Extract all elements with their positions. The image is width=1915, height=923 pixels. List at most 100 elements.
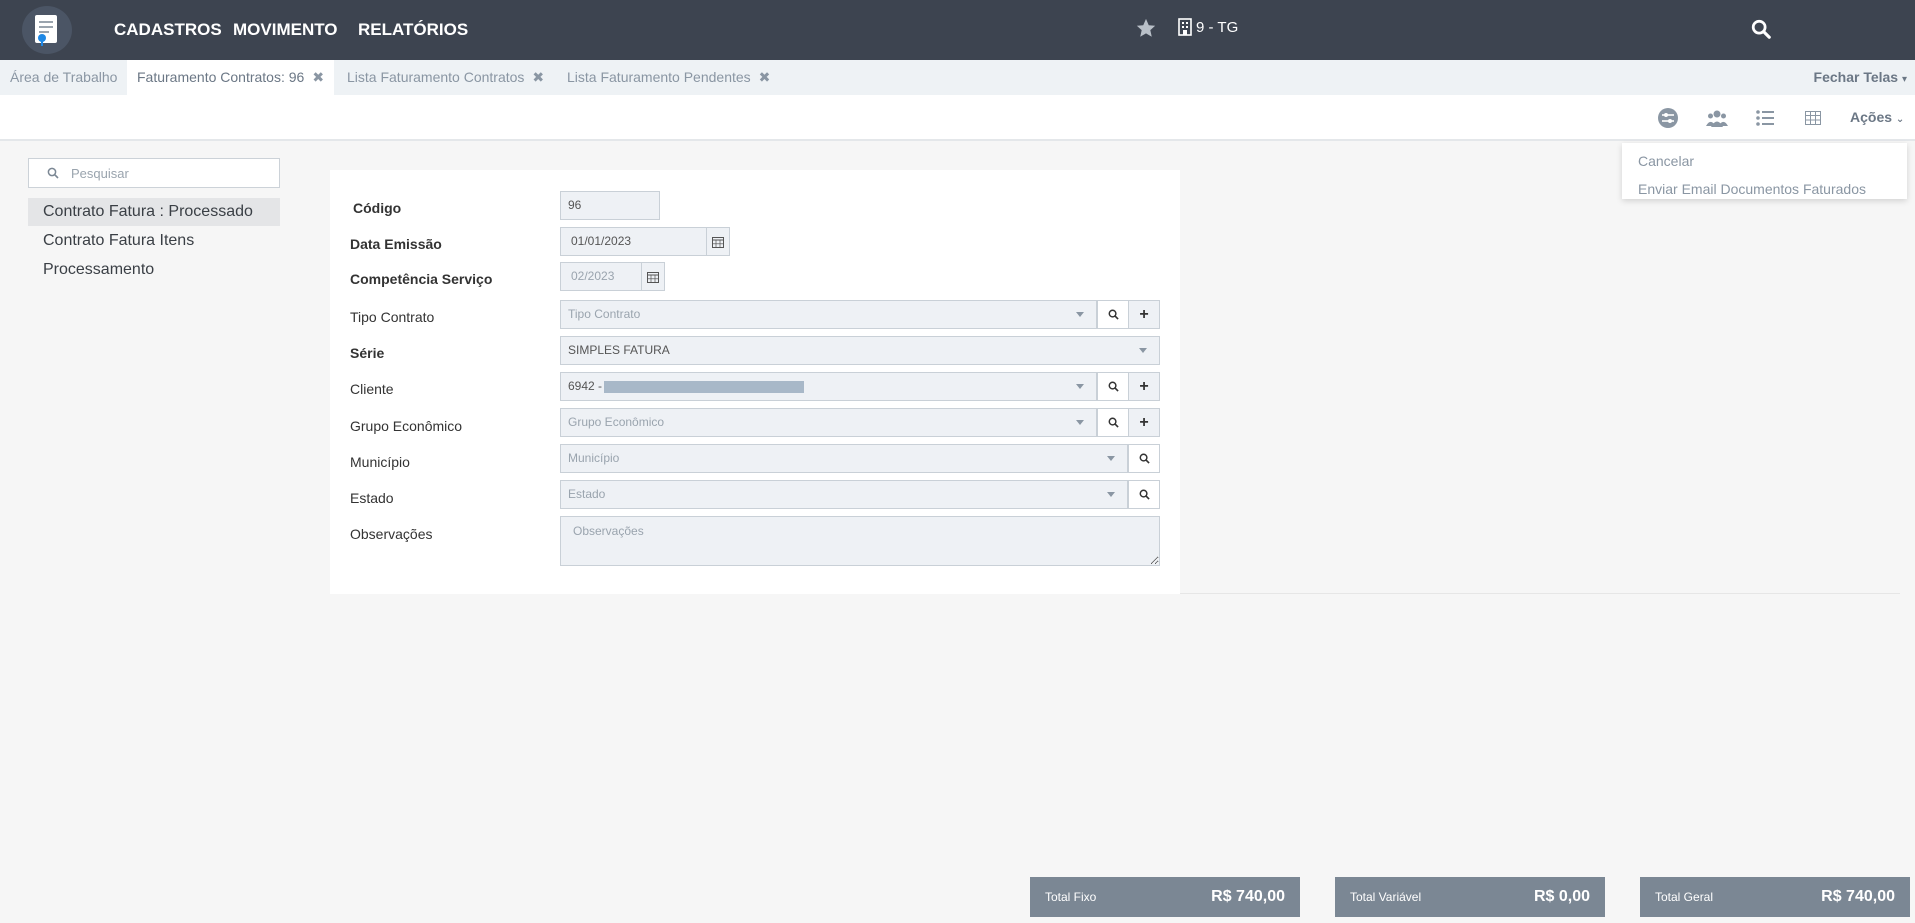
grupo-economico-select[interactable]: Grupo Econômico bbox=[560, 408, 1097, 437]
total-fixo-value: R$ 740,00 bbox=[1211, 888, 1285, 905]
tab-label: Área de Trabalho bbox=[10, 69, 118, 85]
tab-lista-faturamento-pendentes[interactable]: Lista Faturamento Pendentes ✖ bbox=[557, 60, 780, 95]
list-icon[interactable] bbox=[1753, 106, 1777, 130]
total-variavel-label: Total Variável bbox=[1350, 890, 1422, 904]
top-navbar: CADASTROS MOVIMENTO RELATÓRIOS 9 - TG bbox=[0, 0, 1915, 60]
calendar-icon bbox=[647, 271, 659, 283]
star-icon[interactable] bbox=[1135, 17, 1157, 39]
total-variavel: Total Variável R$ 0,00 bbox=[1335, 877, 1605, 917]
nav-cadastros[interactable]: CADASTROS bbox=[114, 20, 222, 40]
tab-area-trabalho[interactable]: Área de Trabalho bbox=[0, 60, 127, 95]
close-tab-icon[interactable]: ✖ bbox=[312, 60, 324, 95]
close-tab-icon[interactable]: ✖ bbox=[532, 60, 544, 95]
municipio-select[interactable]: Município bbox=[560, 444, 1128, 473]
label-estado: Estado bbox=[350, 490, 394, 506]
label-tipo-contrato: Tipo Contrato bbox=[350, 309, 435, 325]
actions-button[interactable]: Ações ⌄ bbox=[1850, 109, 1904, 125]
table-icon[interactable] bbox=[1801, 106, 1825, 130]
label-codigo: Código bbox=[353, 200, 402, 216]
search-icon bbox=[1108, 417, 1119, 428]
serie-select[interactable]: SIMPLES FATURA bbox=[560, 336, 1160, 365]
codigo-field[interactable]: 96 bbox=[560, 191, 660, 220]
add-button[interactable]: + bbox=[1128, 408, 1160, 437]
tipo-contrato-select[interactable]: Tipo Contrato bbox=[560, 300, 1097, 329]
label-cliente: Cliente bbox=[350, 381, 394, 397]
serie-value: SIMPLES FATURA bbox=[568, 343, 670, 357]
caret-down-icon bbox=[1076, 384, 1084, 389]
add-button[interactable]: + bbox=[1128, 300, 1160, 329]
building-icon bbox=[1178, 18, 1192, 36]
label-serie: Série bbox=[350, 345, 385, 361]
data-emissao-field[interactable]: 01/01/2023 bbox=[560, 227, 707, 256]
document-logo-icon bbox=[35, 15, 57, 46]
plus-icon: + bbox=[1139, 377, 1149, 395]
menu-item-enviar-email[interactable]: Enviar Email Documentos Faturados bbox=[1622, 175, 1907, 203]
sidebar-search bbox=[28, 158, 280, 188]
municipio-placeholder: Município bbox=[568, 451, 620, 465]
company-label: 9 - TG bbox=[1196, 18, 1239, 36]
caret-down-icon: ▾ bbox=[1901, 74, 1907, 85]
tab-label: Lista Faturamento Pendentes bbox=[567, 69, 751, 85]
close-screens-label: Fechar Telas bbox=[1813, 69, 1899, 85]
estado-placeholder: Estado bbox=[568, 487, 606, 501]
users-icon[interactable] bbox=[1705, 106, 1729, 130]
app-logo[interactable] bbox=[22, 6, 72, 54]
actions-label: Ações bbox=[1850, 109, 1893, 125]
menu-item-cancelar[interactable]: Cancelar bbox=[1622, 147, 1907, 175]
chevron-down-icon: ⌄ bbox=[1895, 114, 1905, 125]
search-button[interactable] bbox=[1097, 300, 1129, 329]
calendar-button[interactable] bbox=[706, 227, 730, 256]
search-icon bbox=[1139, 453, 1150, 464]
caret-down-icon bbox=[1107, 456, 1115, 461]
redacted-name bbox=[604, 380, 805, 393]
total-fixo: Total Fixo R$ 740,00 bbox=[1030, 877, 1300, 917]
tab-lista-faturamento-contratos[interactable]: Lista Faturamento Contratos ✖ bbox=[337, 60, 554, 95]
nav-relatorios[interactable]: RELATÓRIOS bbox=[358, 20, 468, 40]
tab-label: Faturamento Contratos: 96 bbox=[137, 69, 305, 85]
total-geral-label: Total Geral bbox=[1655, 890, 1714, 904]
total-geral-value: R$ 740,00 bbox=[1821, 888, 1895, 905]
competencia-field[interactable]: 02/2023 bbox=[560, 262, 642, 291]
sidebar-item-contrato-fatura[interactable]: Contrato Fatura : Processado bbox=[28, 198, 280, 226]
caret-down-icon bbox=[1076, 420, 1084, 425]
search-button[interactable] bbox=[1097, 408, 1129, 437]
grupo-economico-placeholder: Grupo Econômico bbox=[568, 415, 665, 429]
plus-icon: + bbox=[1139, 413, 1149, 431]
tipo-contrato-placeholder: Tipo Contrato bbox=[568, 307, 641, 321]
label-observacoes: Observações bbox=[350, 526, 433, 542]
sidebar-search-input[interactable] bbox=[71, 165, 251, 181]
search-button[interactable] bbox=[1128, 480, 1160, 509]
search-icon[interactable] bbox=[1750, 18, 1772, 40]
add-button[interactable]: + bbox=[1128, 372, 1160, 401]
tab-strip: Área de Trabalho Faturamento Contratos: … bbox=[0, 60, 1915, 95]
close-screens-button[interactable]: Fechar Telas ▾ bbox=[1814, 60, 1907, 95]
search-icon bbox=[47, 167, 59, 179]
cliente-select[interactable]: 6942 - bbox=[560, 372, 1097, 401]
nav-movimento[interactable]: MOVIMENTO bbox=[233, 20, 338, 40]
total-geral: Total Geral R$ 740,00 bbox=[1640, 877, 1910, 917]
sidebar-item-contrato-fatura-itens[interactable]: Contrato Fatura Itens bbox=[28, 227, 280, 255]
search-icon bbox=[1108, 381, 1119, 392]
label-grupo-economico: Grupo Econômico bbox=[350, 418, 463, 434]
tab-faturamento-contratos[interactable]: Faturamento Contratos: 96 ✖ bbox=[127, 60, 335, 95]
sidebar-item-processamento[interactable]: Processamento bbox=[28, 256, 280, 284]
toolbar: Ações ⌄ bbox=[0, 95, 1915, 141]
total-variavel-value: R$ 0,00 bbox=[1533, 888, 1590, 905]
label-municipio: Município bbox=[350, 454, 410, 470]
label-competencia: Competência Serviço bbox=[350, 271, 493, 287]
cliente-value: 6942 - bbox=[568, 379, 603, 393]
estado-select[interactable]: Estado bbox=[560, 480, 1128, 509]
close-tab-icon[interactable]: ✖ bbox=[759, 60, 771, 95]
divider bbox=[1180, 593, 1900, 594]
search-button[interactable] bbox=[1128, 444, 1160, 473]
caret-down-icon bbox=[1107, 492, 1115, 497]
company-selector[interactable]: 9 - TG bbox=[1178, 18, 1238, 36]
total-fixo-label: Total Fixo bbox=[1045, 890, 1097, 904]
plus-icon: + bbox=[1139, 305, 1149, 323]
observacoes-textarea[interactable] bbox=[560, 516, 1160, 566]
search-icon bbox=[1108, 309, 1119, 320]
caret-down-icon bbox=[1076, 312, 1084, 317]
calendar-button[interactable] bbox=[641, 262, 665, 291]
search-button[interactable] bbox=[1097, 372, 1129, 401]
sliders-icon[interactable] bbox=[1656, 106, 1680, 130]
